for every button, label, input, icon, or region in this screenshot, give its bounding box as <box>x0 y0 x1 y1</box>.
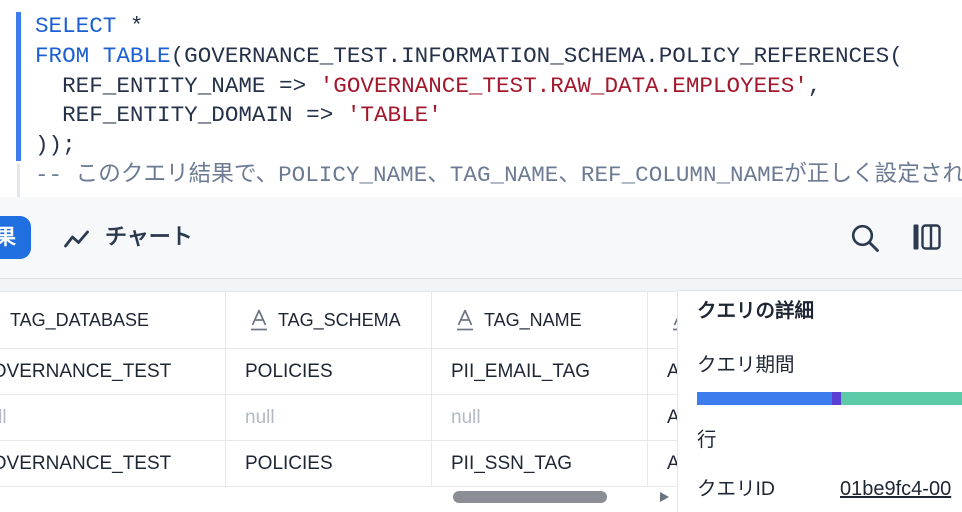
sql-keyword: TABLE <box>102 42 171 69</box>
sql-string: 'GOVERNANCE_TEST.RAW_DATA.EMPLOYEES' <box>319 72 808 99</box>
code-area[interactable]: SELECT * FROM TABLE(GOVERNANCE_TEST.INFO… <box>35 12 962 191</box>
column-header-label: TAG_DATABASE <box>10 310 150 330</box>
table-cell[interactable]: PII_SSN_TAG <box>432 441 648 486</box>
tab-chart-label: チャート <box>105 224 193 249</box>
table-cell[interactable]: A <box>648 349 677 394</box>
code-line[interactable]: REF_ENTITY_DOMAIN => 'TABLE' <box>35 101 962 131</box>
table-cell[interactable]: GOVERNANCE_TEST <box>0 441 226 486</box>
table-cell-null[interactable]: null <box>432 395 648 440</box>
sql-text: REF_ENTITY_NAME => <box>35 72 320 99</box>
table-cell[interactable]: PII_EMAIL_TAG <box>432 349 648 394</box>
code-line[interactable]: -- このクエリ結果で、POLICY_NAME、TAG_NAME、REF_COL… <box>35 161 962 191</box>
sql-keyword: FROM <box>35 42 90 69</box>
column-header[interactable] <box>648 292 677 348</box>
line-chart-icon <box>64 229 90 249</box>
table-row[interactable]: GOVERNANCE_TEST POLICIES PII_EMAIL_TAG A <box>0 349 677 395</box>
sql-comment: -- このクエリ結果で、POLICY_NAME、TAG_NAME、REF_COL… <box>35 161 962 188</box>
text-type-icon <box>250 309 268 331</box>
table-row[interactable]: GOVERNANCE_TEST POLICIES PII_SSN_TAG A <box>0 441 677 487</box>
query-duration-bar[interactable] <box>697 392 962 405</box>
table-cell-null[interactable]: null <box>226 395 432 440</box>
table-cell[interactable]: POLICIES <box>226 441 432 486</box>
text-type-icon <box>456 309 474 331</box>
results-toolbar: 結果 チャート <box>0 197 962 279</box>
columns-icon <box>913 224 941 250</box>
column-header-label: TAG_SCHEMA <box>278 310 401 330</box>
column-header[interactable]: TAG_DATABASE <box>0 292 226 348</box>
query-details-panel: クエリの詳細 クエリ期間 行 クエリID 01be9fc4-00 <box>677 290 962 512</box>
table-cell[interactable]: POLICIES <box>226 349 432 394</box>
caret-right-icon[interactable] <box>660 492 669 502</box>
column-header[interactable]: TAG_SCHEMA <box>226 292 432 348</box>
results-table-body: TAG_DATABASE TAG_SCHEMA TAG_NAME GOVERNA… <box>0 292 677 487</box>
column-header[interactable]: TAG_NAME <box>432 292 648 348</box>
sql-editor[interactable]: SELECT * FROM TABLE(GOVERNANCE_TEST.INFO… <box>0 0 962 197</box>
duration-segment <box>832 392 842 405</box>
duration-segment <box>841 392 962 405</box>
table-cell[interactable]: GOVERNANCE_TEST <box>0 349 226 394</box>
sql-text: )); <box>35 132 76 159</box>
sql-text: * <box>116 13 144 39</box>
code-line[interactable]: )); <box>35 131 962 161</box>
query-id-link[interactable]: 01be9fc4-00 <box>840 476 951 502</box>
table-cell[interactable]: A <box>648 441 677 486</box>
sql-string: 'TABLE' <box>346 102 442 129</box>
search-button[interactable] <box>850 223 880 253</box>
results-table: TAG_DATABASE TAG_SCHEMA TAG_NAME GOVERNA… <box>0 291 677 512</box>
table-row[interactable]: null null null A <box>0 395 677 441</box>
table-header-row: TAG_DATABASE TAG_SCHEMA TAG_NAME <box>0 292 677 349</box>
sql-text: REF_ENTITY_DOMAIN => <box>35 102 347 129</box>
search-icon <box>851 224 879 252</box>
sql-text: (GOVERNANCE_TEST.INFORMATION_SCHEMA.POLI… <box>170 42 903 69</box>
query-id-label: クエリID <box>697 478 776 500</box>
sql-text: , <box>807 72 822 99</box>
tab-results[interactable]: 結果 <box>0 216 31 259</box>
tab-chart[interactable]: チャート <box>58 217 203 259</box>
table-cell-null[interactable]: null <box>0 395 226 440</box>
code-line[interactable]: REF_ENTITY_NAME => 'GOVERNANCE_TEST.RAW_… <box>35 72 962 102</box>
query-duration-label: クエリ期間 <box>697 354 795 376</box>
table-cell[interactable]: A <box>648 395 677 440</box>
query-details-title: クエリの詳細 <box>697 300 815 322</box>
code-line[interactable]: FROM TABLE(GOVERNANCE_TEST.INFORMATION_S… <box>35 42 962 72</box>
code-line[interactable]: SELECT * <box>35 12 962 42</box>
column-layout-button[interactable] <box>912 223 942 251</box>
column-header-label: TAG_NAME <box>484 310 582 330</box>
gutter-line <box>17 164 20 197</box>
duration-segment <box>697 392 833 405</box>
active-query-indicator <box>16 12 21 161</box>
sql-keyword: SELECT <box>35 13 117 39</box>
rows-label: 行 <box>697 429 717 451</box>
horizontal-scrollbar-thumb[interactable] <box>453 491 607 503</box>
tab-results-label: 結果 <box>0 226 16 249</box>
